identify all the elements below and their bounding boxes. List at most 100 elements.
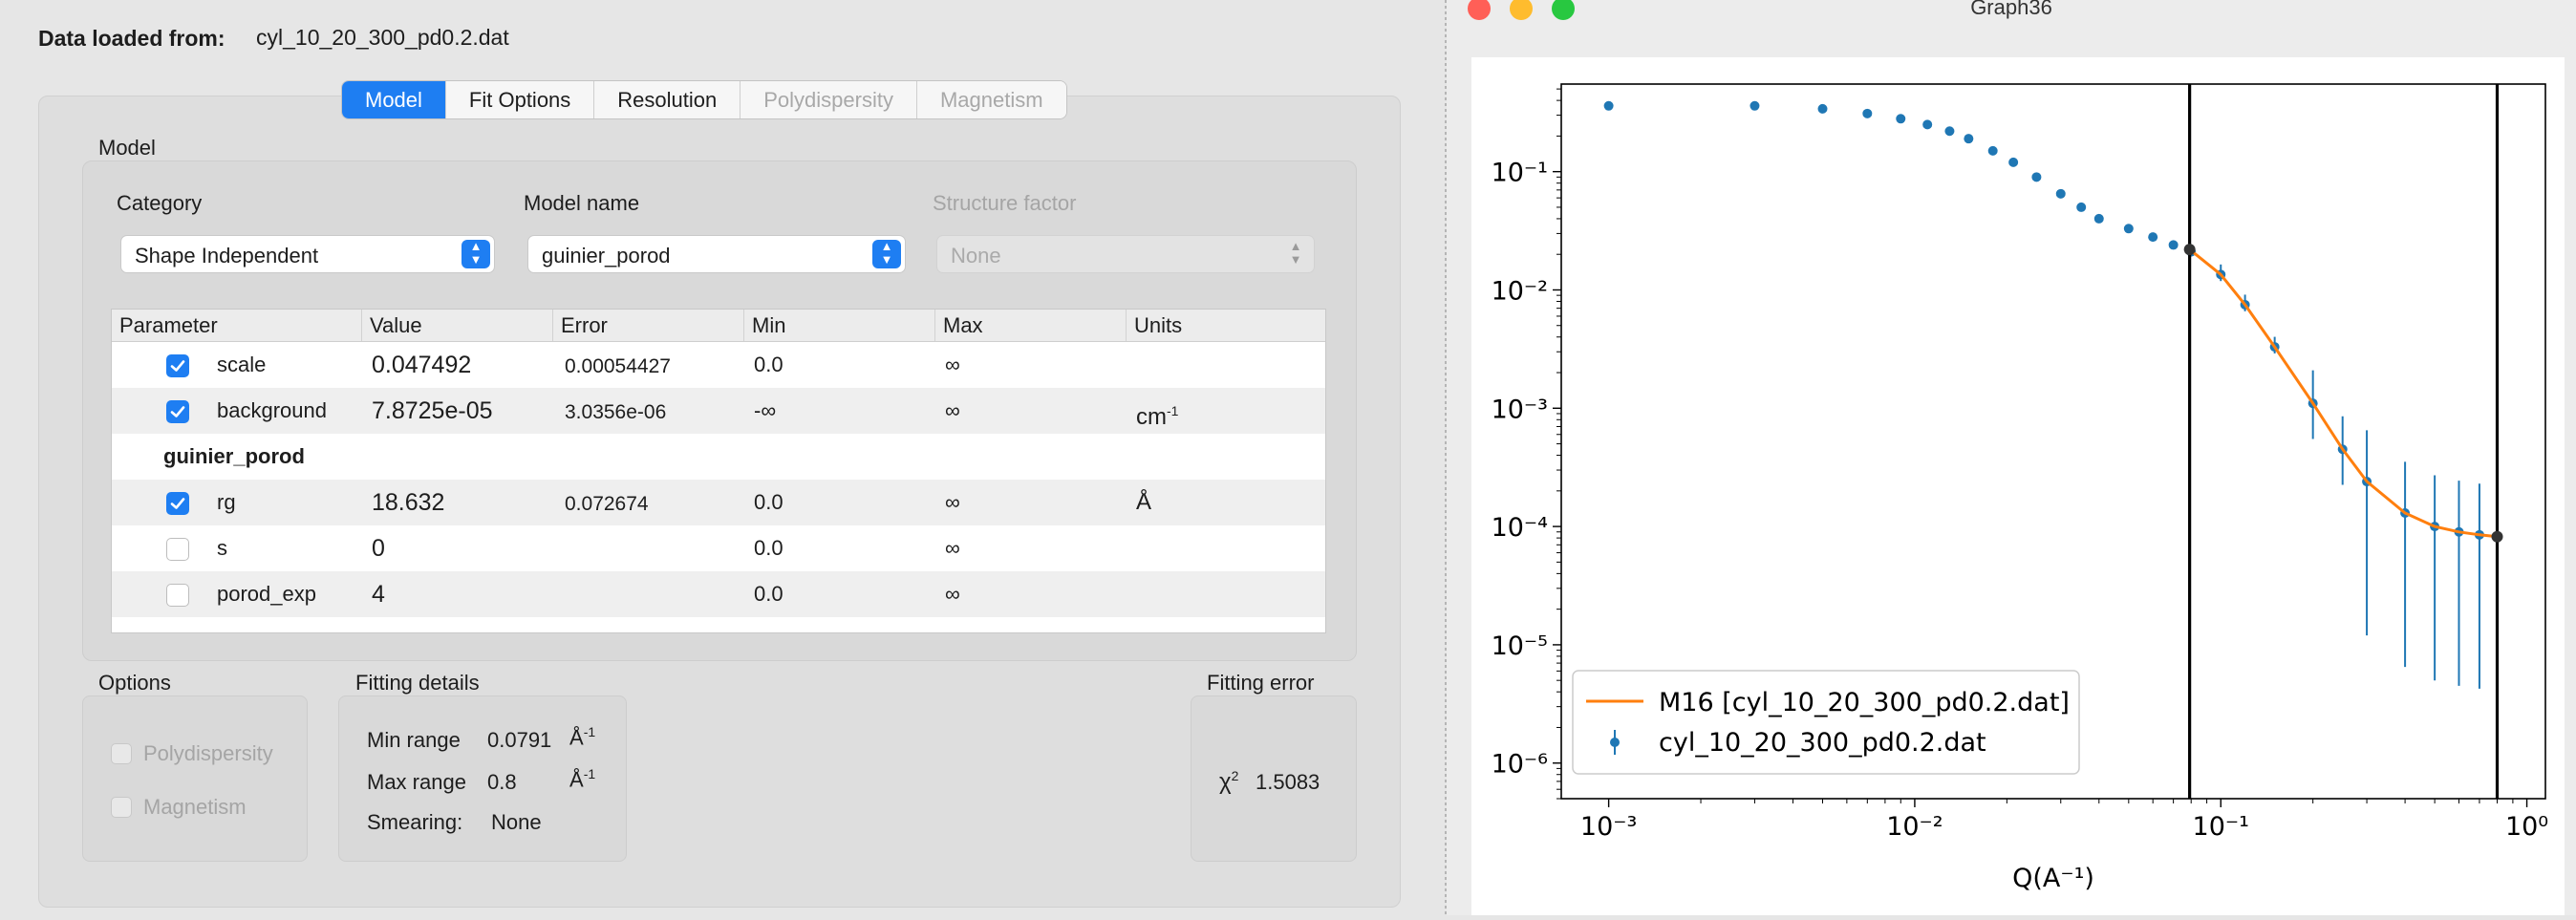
tab-model[interactable]: Model [342, 81, 446, 118]
data-point [1922, 119, 1933, 130]
parameter-min[interactable]: -∞ [754, 388, 776, 434]
column-header-max[interactable]: Max [935, 310, 1127, 341]
tab-polydispersity: Polydispersity [741, 81, 917, 118]
x-axis-label: Q(A⁻¹) [2012, 864, 2094, 893]
parameter-value[interactable]: 0.047492 [372, 342, 471, 388]
category-select[interactable]: Shape Independent ▲ ▼ [120, 235, 495, 273]
table-row[interactable]: porod_exp 4 0.0 ∞ [112, 571, 1325, 617]
y-tick-label: 10⁻³ [1492, 395, 1548, 424]
data-point [2031, 172, 2042, 182]
parameter-max[interactable]: ∞ [945, 525, 960, 571]
parameter-value[interactable]: 7.8725e-05 [372, 388, 493, 434]
parameter-value[interactable]: 0 [372, 525, 385, 571]
parameter-max[interactable]: ∞ [945, 342, 960, 388]
table-row[interactable]: background 7.8725e-05 3.0356e-06 -∞ ∞ cm… [112, 388, 1325, 434]
parameter-name: porod_exp [217, 582, 316, 606]
data-point [2093, 213, 2104, 224]
min-range-marker [2183, 244, 2196, 256]
x-tick-label: 10⁻³ [1580, 812, 1637, 842]
model-name-label: Model name [524, 191, 640, 215]
model-fit-line [2188, 247, 2498, 539]
data-point [1964, 134, 1974, 144]
data-point [1817, 103, 1828, 114]
tab-bar: Model Fit Options Resolution Polydispers… [341, 80, 1067, 119]
parameter-value[interactable]: 18.632 [372, 480, 444, 525]
tab-resolution[interactable]: Resolution [594, 81, 741, 118]
fitting-error-label: Fitting error [1207, 671, 1315, 695]
table-row[interactable]: s 0 0.0 ∞ [112, 525, 1325, 571]
model-group-label: Model [98, 136, 156, 160]
legend-label-data: cyl_10_20_300_pd0.2.dat [1659, 728, 1986, 758]
max-range-value: 0.8 [487, 770, 517, 794]
y-tick-label: 10⁻⁴ [1492, 513, 1548, 543]
data-point [2055, 188, 2066, 199]
parameter-min[interactable]: 0.0 [754, 342, 784, 388]
min-range-unit: Å-1 [569, 724, 596, 750]
parameter-value[interactable]: 4 [372, 571, 385, 617]
options-label: Options [98, 671, 171, 695]
table-row[interactable]: scale 0.047492 0.00054427 0.0 ∞ [112, 342, 1325, 388]
data-point [2008, 157, 2019, 167]
column-header-parameter[interactable]: Parameter [112, 310, 362, 341]
parameter-error: 0.00054427 [565, 355, 671, 377]
structure-factor-label: Structure factor [933, 191, 1077, 215]
chi-squared-symbol: χ2 [1219, 768, 1239, 795]
window-title: Graph36 [1970, 0, 2052, 19]
polydispersity-checkbox [111, 743, 132, 764]
parameter-units: cm-1 [1136, 403, 1179, 430]
fit-checkbox[interactable] [166, 400, 189, 423]
x-tick-label: 10⁰ [2505, 812, 2548, 842]
column-header-units[interactable]: Units [1127, 310, 1325, 341]
model-name-select[interactable]: guinier_porod ▲ ▼ [527, 235, 906, 273]
parameter-min[interactable]: 0.0 [754, 571, 784, 617]
tab-magnetism: Magnetism [916, 81, 1066, 118]
x-tick-label: 10⁻¹ [2193, 812, 2249, 842]
checkmark-icon [170, 406, 185, 417]
checkmark-icon [170, 498, 185, 509]
parameter-max[interactable]: ∞ [945, 480, 960, 525]
legend-label-model: M16 [cyl_10_20_300_pd0.2.dat] [1659, 688, 2070, 717]
chart[interactable]: 10⁻³ 10⁻² 10⁻¹ 10⁰ 10⁻¹ 10⁻² 10⁻³ 10⁻⁴ 10⁻⁵ 10⁻⁶ Q… [1435, 57, 2565, 915]
model-group-heading: guinier_porod [163, 444, 305, 468]
fit-checkbox[interactable] [166, 492, 189, 515]
parameter-max[interactable]: ∞ [945, 388, 960, 434]
parameter-max[interactable]: ∞ [945, 571, 960, 617]
column-header-error[interactable]: Error [553, 310, 744, 341]
tab-fit-options[interactable]: Fit Options [445, 81, 595, 118]
y-tick-label: 10⁻¹ [1492, 159, 1548, 188]
max-range-marker [2491, 530, 2503, 543]
smearing-label: Smearing: [367, 810, 463, 834]
plot-canvas[interactable]: 10⁻³ 10⁻² 10⁻¹ 10⁰ 10⁻¹ 10⁻² 10⁻³ 10⁻⁴ 10⁻⁵ 10⁻⁶ Q… [1435, 57, 2565, 915]
polydispersity-option-label: Polydispersity [143, 741, 273, 765]
parameter-table: Parameter Value Error Min Max Units scal… [111, 309, 1326, 633]
fit-checkbox[interactable] [166, 354, 189, 377]
parameter-units: Å [1136, 489, 1152, 515]
max-range-label: Max range [367, 770, 466, 794]
data-point [2148, 232, 2158, 243]
chi-squared-value: 1.5083 [1256, 770, 1320, 794]
magnetism-checkbox [111, 797, 132, 818]
data-point [1987, 145, 1998, 156]
column-header-value[interactable]: Value [362, 310, 553, 341]
parameter-name: s [217, 536, 227, 560]
max-range-unit: Å-1 [569, 766, 596, 792]
parameter-error: 3.0356e-06 [565, 401, 667, 423]
parameter-error: 0.072674 [565, 493, 649, 515]
options-box [82, 695, 308, 862]
graph-window: Graph36 10⁻³ 10⁻² 10⁻¹ 10⁰ 10⁻¹ 10⁻² 10⁻³ 10⁻⁴ 1… [1435, 0, 2576, 915]
table-header: Parameter Value Error Min Max Units [112, 310, 1325, 342]
table-group-row: guinier_porod [112, 434, 1325, 480]
parameter-min[interactable]: 0.0 [754, 525, 784, 571]
fit-checkbox[interactable] [166, 584, 189, 607]
data-point [2168, 240, 2179, 250]
parameter-name: background [217, 398, 327, 422]
parameter-min[interactable]: 0.0 [754, 480, 784, 525]
fit-panel: Data loaded from: cyl_10_20_300_pd0.2.da… [0, 0, 1445, 915]
updown-chevron-icon: ▲ ▼ [872, 240, 901, 268]
column-header-min[interactable]: Min [744, 310, 935, 341]
table-row[interactable]: rg 18.632 0.072674 0.0 ∞ Å [112, 480, 1325, 525]
y-tick-label: 10⁻⁵ [1492, 631, 1548, 661]
y-tick-label: 10⁻² [1492, 276, 1548, 306]
fit-checkbox[interactable] [166, 538, 189, 561]
structure-factor-select: None ▲ ▼ [936, 235, 1315, 273]
